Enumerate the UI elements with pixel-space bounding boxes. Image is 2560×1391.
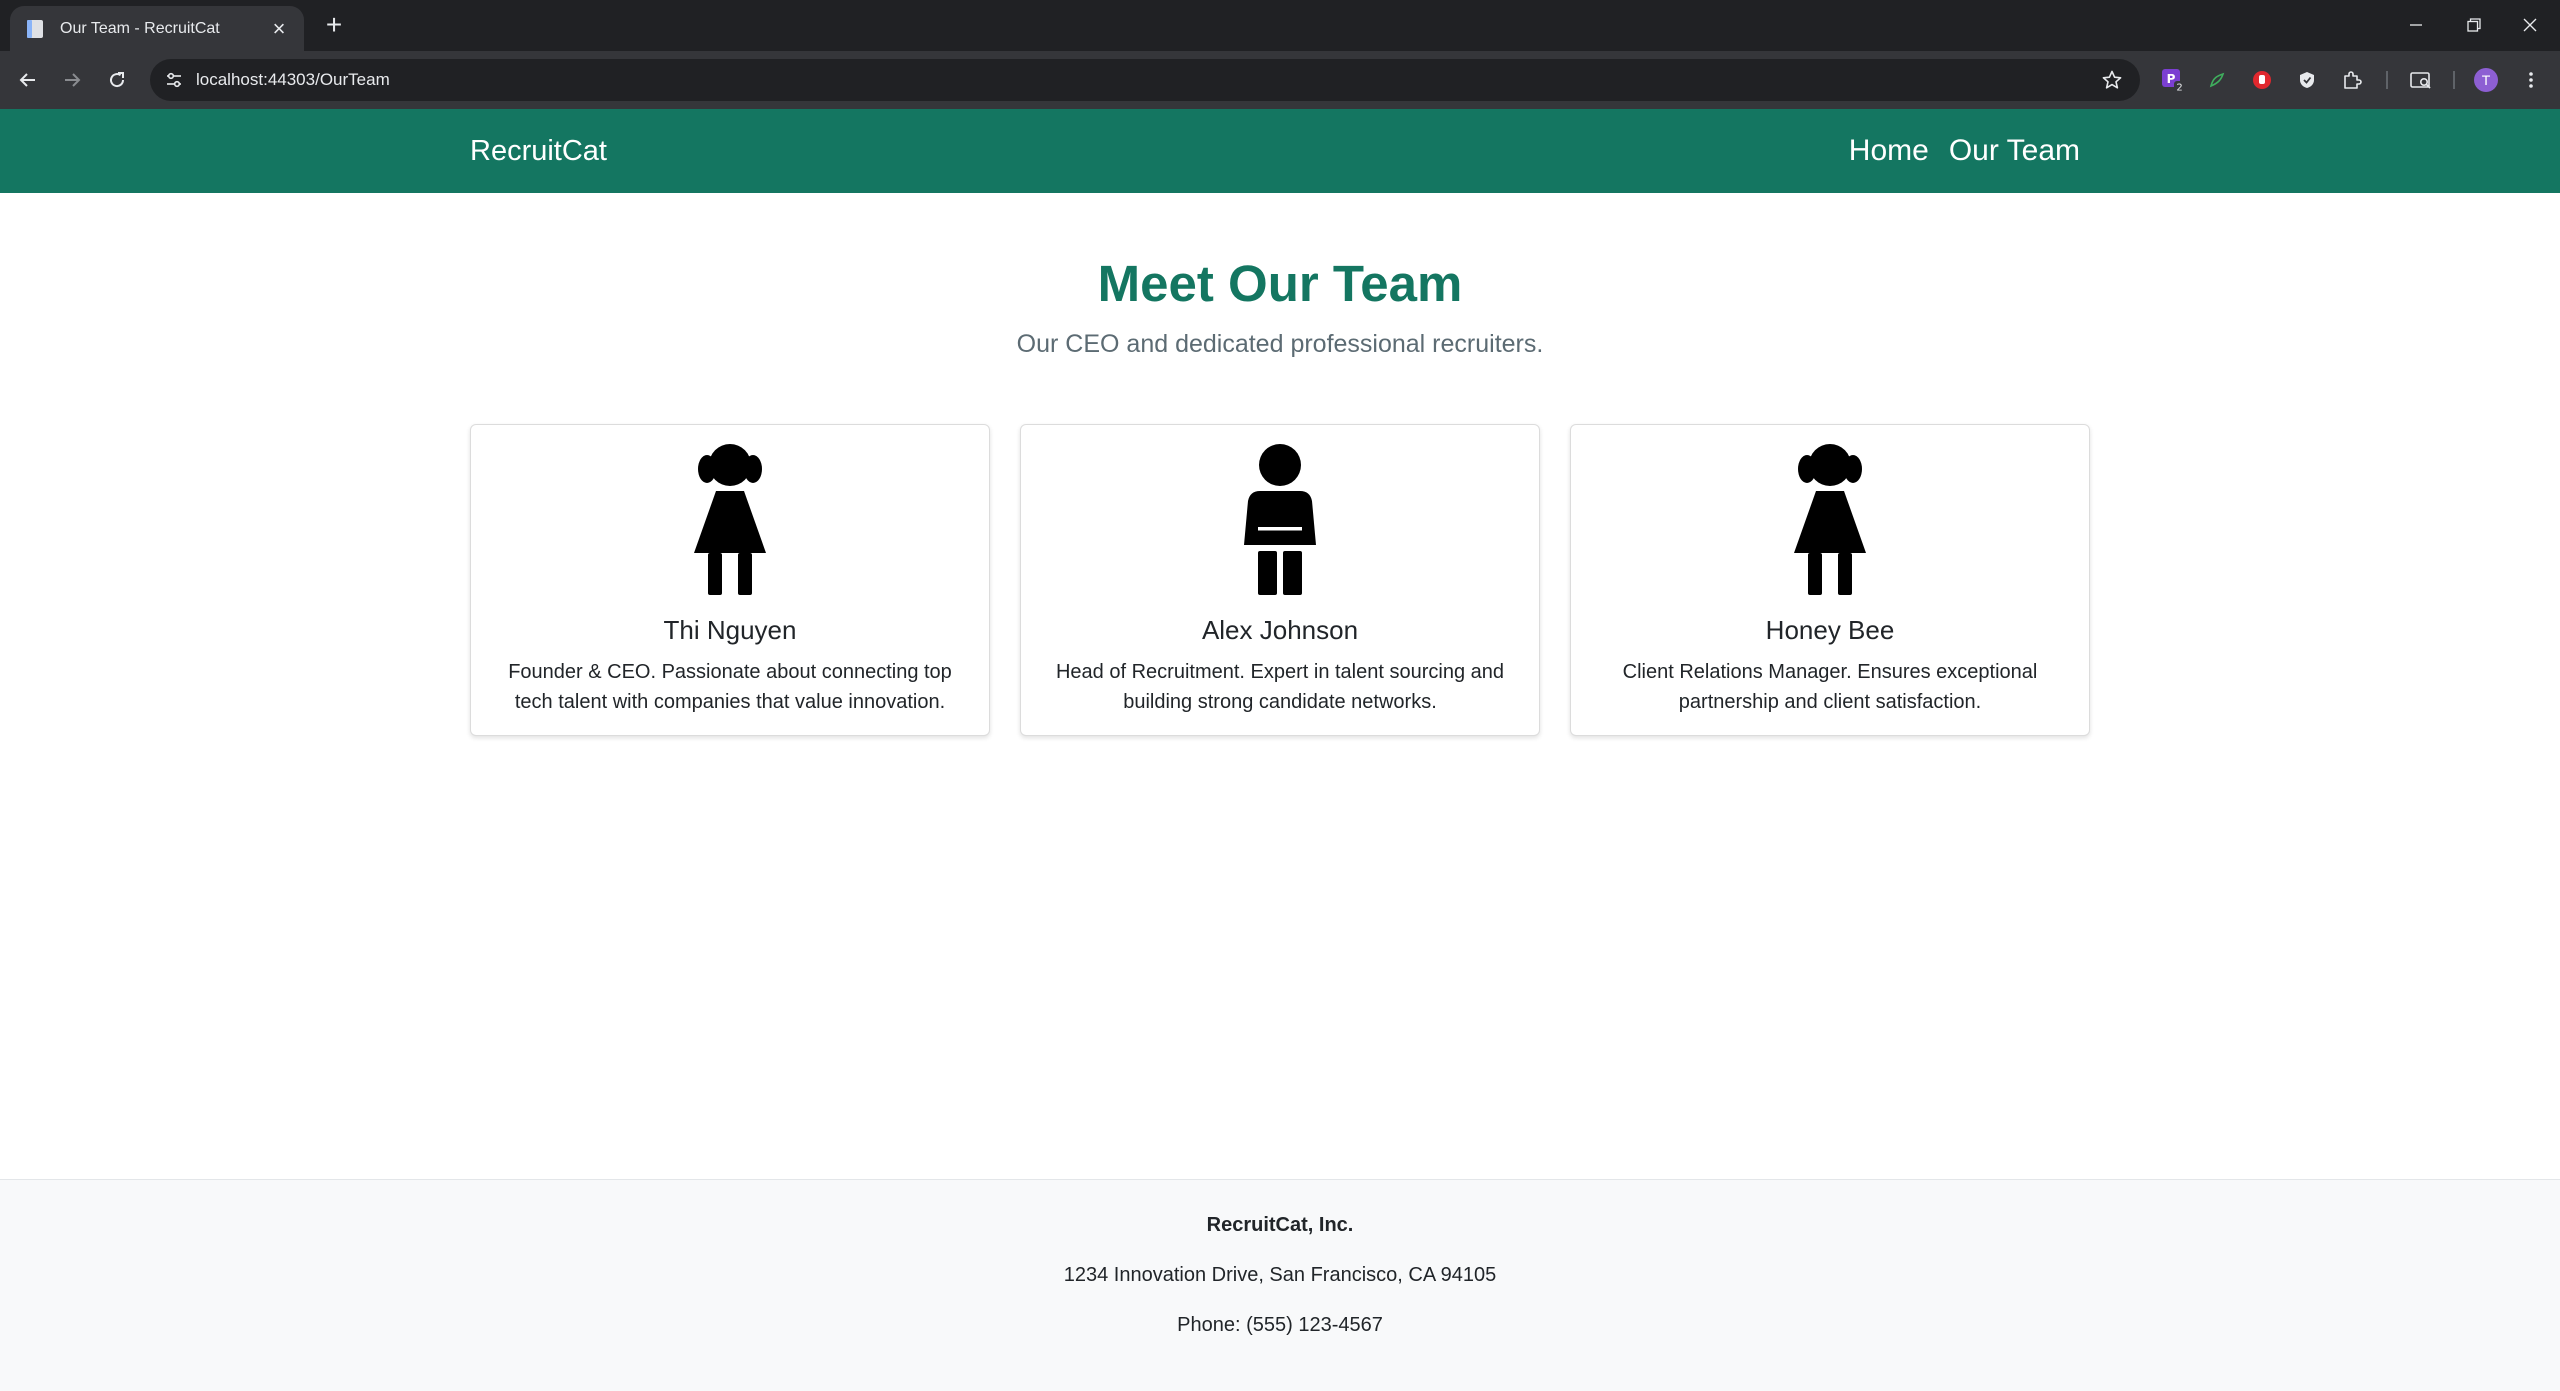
nav-link-our-team[interactable]: Our Team — [1949, 134, 2080, 168]
browser-tab[interactable]: Our Team - RecruitCat × — [10, 6, 304, 51]
shield-icon — [2300, 72, 2314, 88]
browser-tabstrip: Our Team - RecruitCat × + — [0, 0, 2560, 51]
tab-search-button[interactable] — [2406, 65, 2436, 95]
arrow-left-icon — [19, 73, 35, 87]
page-title: Meet Our Team — [1097, 255, 1463, 312]
reload-button[interactable] — [101, 64, 133, 96]
restore-button[interactable] — [2454, 8, 2494, 42]
brand-logo-link[interactable]: RecruitCat — [470, 109, 607, 193]
extension-p-icon: P 2 — [2162, 69, 2185, 94]
close-icon — [2523, 18, 2537, 32]
site-navbar: RecruitCat Home Our Team — [0, 109, 2560, 193]
member-description: Client Relations Manager. Ensures except… — [1622, 661, 2038, 713]
extension-red-button[interactable] — [2247, 65, 2277, 95]
restore-icon — [2467, 18, 2481, 32]
footer-phone: Phone: (555) 123-4567 — [1177, 1314, 1383, 1336]
extension-leaf-button[interactable] — [2202, 65, 2232, 95]
team-card: Thi Nguyen Founder & CEO. Passionate abo… — [470, 424, 990, 736]
footer-company-name: RecruitCat, Inc. — [1206, 1214, 1354, 1236]
nav-links: Home Our Team — [1849, 109, 2080, 193]
extension-shield-button[interactable] — [2292, 65, 2322, 95]
new-tab-button[interactable]: + — [318, 10, 350, 42]
tune-icon — [167, 72, 181, 88]
back-button[interactable] — [12, 64, 44, 96]
browser-toolbar: localhost:44303/OurTeam P 2 T — [0, 51, 2560, 109]
person-dress-icon — [1794, 444, 1866, 595]
toolbar-separator — [2453, 71, 2455, 89]
red-hand-icon — [2253, 71, 2271, 89]
child-icon — [1244, 444, 1316, 595]
minimize-icon — [2410, 24, 2422, 26]
toolbar-separator — [2386, 71, 2388, 89]
team-grid: Thi Nguyen Founder & CEO. Passionate abo… — [470, 424, 2090, 736]
address-bar[interactable]: localhost:44303/OurTeam — [150, 59, 2140, 101]
arrow-right-icon — [65, 73, 81, 87]
team-card: Alex Johnson Head of Recruitment. Expert… — [1020, 424, 1540, 736]
member-description: Head of Recruitment. Expert in talent so… — [1055, 661, 1505, 713]
footer-address: 1234 Innovation Drive, San Francisco, CA… — [1063, 1264, 1497, 1286]
puzzle-icon — [2344, 71, 2362, 89]
page-favicon-icon — [27, 19, 43, 38]
site-info-button[interactable] — [158, 64, 190, 96]
close-window-button[interactable] — [2510, 8, 2550, 42]
nav-link-home[interactable]: Home — [1849, 134, 1929, 168]
person-dress-icon — [694, 444, 766, 595]
tab-search-icon — [2410, 72, 2431, 89]
extensions-button[interactable] — [2337, 65, 2367, 95]
bookmark-button[interactable] — [2096, 64, 2128, 96]
leaf-icon — [2209, 72, 2225, 88]
svg-text:2: 2 — [2176, 83, 2182, 94]
forward-button[interactable] — [56, 64, 88, 96]
more-vertical-icon — [2529, 72, 2533, 88]
tab-title: Our Team - RecruitCat — [60, 19, 220, 37]
close-tab-icon[interactable]: × — [266, 16, 292, 42]
chrome-menu-button[interactable] — [2516, 65, 2546, 95]
member-name: Alex Johnson — [1201, 615, 1359, 645]
page-subtitle: Our CEO and dedicated professional recru… — [1016, 330, 1544, 358]
member-name: Thi Nguyen — [663, 615, 797, 645]
team-card: Honey Bee Client Relations Manager. Ensu… — [1570, 424, 2090, 736]
site-footer: RecruitCat, Inc. 1234 Innovation Drive, … — [0, 1179, 2560, 1391]
star-icon — [2102, 70, 2122, 89]
profile-initial: T — [2481, 72, 2491, 88]
profile-button[interactable]: T — [2471, 65, 2501, 95]
minimize-button[interactable] — [2396, 8, 2436, 42]
url-text[interactable]: localhost:44303/OurTeam — [196, 59, 390, 101]
member-description: Founder & CEO. Passionate about connecti… — [508, 661, 952, 713]
reload-icon — [110, 72, 125, 88]
member-name: Honey Bee — [1765, 615, 1895, 645]
extension-p-button[interactable]: P 2 — [2158, 65, 2188, 95]
